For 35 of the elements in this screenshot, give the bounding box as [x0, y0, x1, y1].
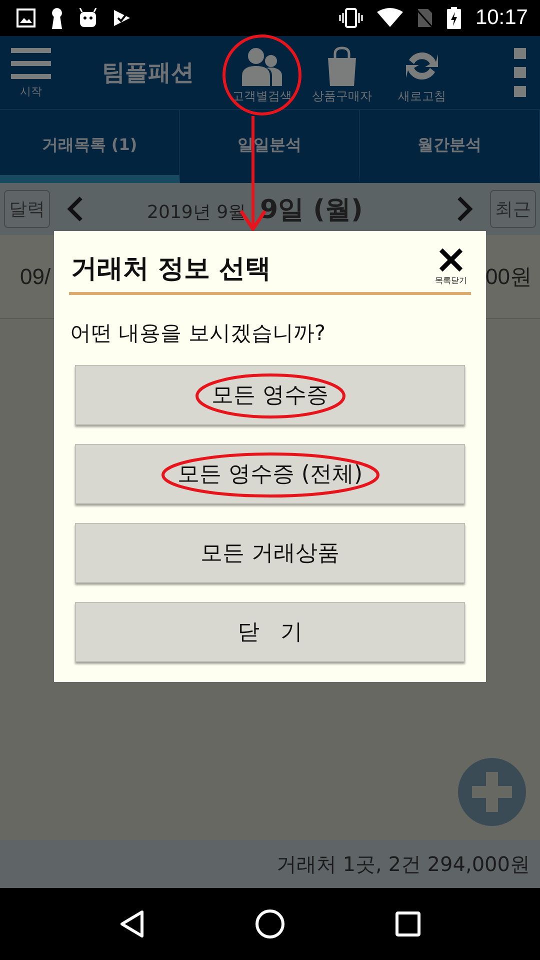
clock-time: 10:17 [475, 6, 528, 30]
image-icon [16, 8, 36, 28]
menu-button[interactable]: 시작 [10, 46, 52, 99]
summary-text: 거래처 1곳, 2건 294,000원 [0, 840, 540, 888]
more-icon [514, 48, 526, 98]
back-icon[interactable] [119, 909, 145, 939]
wifi-icon [377, 8, 404, 28]
chevron-right-icon[interactable] [456, 196, 474, 222]
close-button[interactable]: 목록닫기 [435, 247, 467, 286]
check-icon [112, 8, 132, 28]
battery-charging-icon [447, 7, 462, 29]
menu-label: 시작 [20, 84, 42, 99]
toolbar-button[interactable]: 새로고침 [382, 46, 462, 105]
app-title: 팀플패션 [102, 59, 195, 88]
keyhole-icon [50, 7, 64, 29]
recents-icon[interactable] [395, 911, 421, 937]
option-button[interactable]: 모든 거래상품 [75, 523, 465, 583]
toolbar-button[interactable]: 상품구매자 [302, 46, 382, 105]
option-button[interactable]: 모든 영수증 (전체) [75, 444, 465, 504]
option-button[interactable]: 모든 영수증 [75, 365, 465, 425]
menu-icon [11, 46, 51, 80]
vibrate-icon [339, 8, 364, 28]
recent-button[interactable]: 최근 [490, 190, 536, 228]
robot-icon [78, 8, 98, 28]
date-day: 9일 (월) [260, 192, 363, 226]
chevron-left-icon[interactable] [66, 196, 84, 222]
calendar-button[interactable]: 달력 [4, 190, 50, 228]
close-icon [438, 247, 464, 273]
home-icon[interactable] [255, 909, 285, 939]
date-month: 2019년 9월 [147, 200, 246, 224]
option-button[interactable]: 닫 기 [75, 602, 465, 662]
dialog-question: 어떤 내용을 보시겠습니까? [70, 320, 326, 347]
dialog-title: 거래처 정보 선택 [71, 253, 272, 286]
people-icon [242, 46, 282, 86]
no-sim-icon [417, 8, 434, 28]
